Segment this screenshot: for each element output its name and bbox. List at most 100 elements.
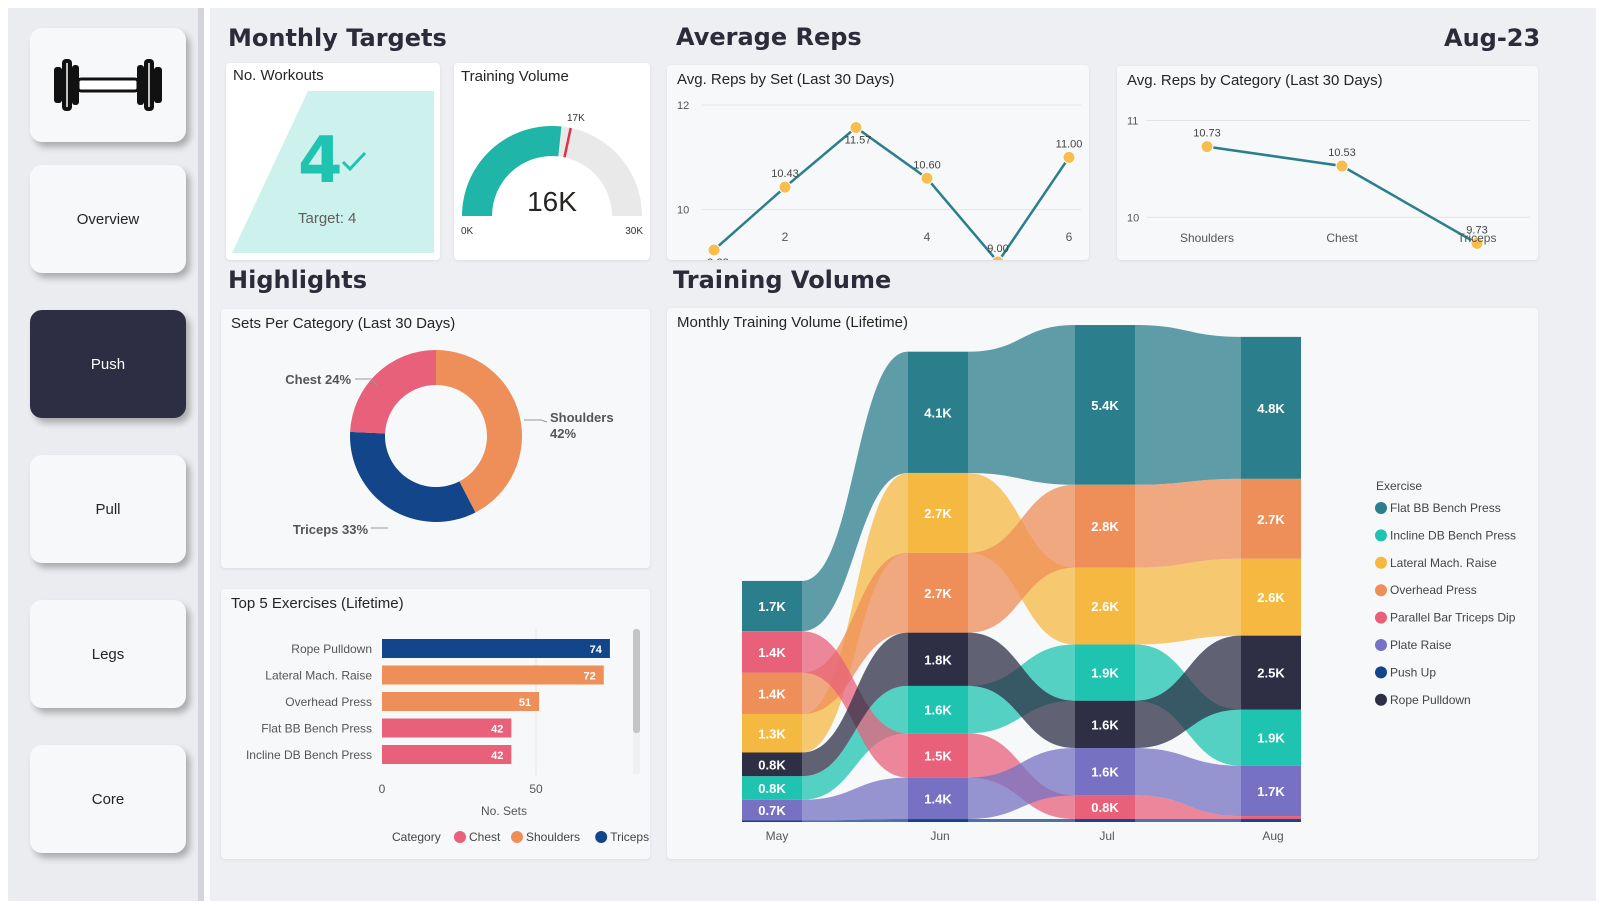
segment-value-label: 1.7K — [1257, 784, 1285, 799]
legend-marker — [1375, 556, 1387, 569]
bar-category-label: Overhead Press — [285, 695, 372, 709]
segment-value-label: 1.8K — [924, 652, 952, 667]
nav-pull-button[interactable]: Pull — [30, 455, 186, 563]
x-category-label: Chest — [1326, 231, 1358, 245]
legend-marker — [1375, 611, 1387, 624]
segment-value-label: 1.6K — [1091, 717, 1119, 732]
monthly-targets-title: Monthly Targets — [228, 24, 447, 52]
nav-legs-button[interactable]: Legs — [30, 600, 186, 708]
data-point — [778, 180, 792, 194]
slice-label-chest: Chest 24% — [285, 372, 351, 387]
sidebar: Overview Push Pull Legs Core — [8, 8, 204, 901]
legend-marker — [1375, 529, 1387, 542]
bar-value-label: 42 — [491, 750, 503, 762]
data-point — [1335, 159, 1349, 173]
donut-slice-triceps — [350, 431, 476, 522]
segment-value-label: 1.7K — [758, 599, 786, 614]
data-label: 10.43 — [771, 168, 799, 180]
donut-slice-chest — [350, 350, 436, 434]
data-label: 10.53 — [1328, 147, 1356, 159]
legend-marker — [1375, 666, 1387, 679]
legend-marker — [1375, 693, 1387, 706]
legend-item: Plate Raise — [1390, 638, 1452, 652]
monthly-volume-chart: 1.7K 4.1K 5.4K 4.8K 0.8K 1.6K 1.9K 1.9K 1.3K 2.7K… — [742, 325, 1516, 843]
data-label: 9.23 — [707, 257, 728, 260]
monthly-volume-card: Monthly Training Volume (Lifetime) 1.7K 4… — [667, 308, 1538, 859]
bar-value-label: 74 — [590, 644, 603, 656]
workouts-kpi-target: Target: 4 — [298, 210, 357, 227]
average-reps-title: Average Reps — [676, 23, 862, 51]
ribbon-column-segment — [1241, 816, 1301, 820]
training-volume-gauge-card: Training Volume 16K 0K 30K 17K — [454, 63, 650, 260]
highlights-title: Highlights — [228, 266, 368, 294]
data-point — [1200, 140, 1214, 154]
segment-value-label: 1.6K — [924, 703, 952, 718]
nav-core-button[interactable]: Core — [30, 745, 186, 853]
ribbon-overhead-press — [1135, 478, 1241, 568]
x-tick-label: 2 — [782, 230, 789, 244]
legend-title: Exercise — [1376, 479, 1422, 493]
reps-by-category-card: Avg. Reps by Category (Last 30 Days) 10 1… — [1117, 66, 1538, 260]
top-exercises-chart: 74 Rope Pulldown 72 Lateral Mach. Raise 51 Ov… — [246, 629, 649, 844]
slice-pct-shoulders: 42% — [550, 426, 576, 441]
segment-value-label: 0.7K — [758, 803, 786, 818]
nav-overview-button[interactable]: Overview — [30, 165, 186, 273]
legend-item: Lateral Mach. Raise — [1390, 556, 1497, 570]
segment-value-label: 2.7K — [1257, 512, 1285, 527]
leader-line — [524, 419, 548, 423]
legend-item: Incline DB Bench Press — [1390, 528, 1516, 542]
scrollbar-thumb[interactable] — [633, 629, 640, 733]
segment-value-label: 1.4K — [758, 645, 786, 660]
segment-value-label: 1.4K — [758, 686, 786, 701]
data-point — [1062, 150, 1076, 164]
bar-value-label: 42 — [491, 724, 503, 736]
reps-by-set-card: Avg. Reps by Set (Last 30 Days) 10129.23… — [667, 65, 1089, 260]
segment-value-label: 2.5K — [1257, 666, 1285, 681]
x-tick-label: 4 — [924, 230, 931, 244]
x-category-label: Triceps — [1458, 231, 1497, 245]
segment-value-label: 1.9K — [1091, 666, 1119, 681]
bar-value-label: 72 — [584, 671, 596, 683]
ribbon-column-segment — [1075, 819, 1135, 822]
workouts-kpi-card: No. Workouts 4 Target: 4 — [226, 63, 440, 260]
legend-marker — [454, 831, 466, 843]
x-tick-label: 50 — [529, 782, 543, 796]
legend-item: Parallel Bar Triceps Dip — [1390, 611, 1516, 625]
segment-value-label: 2.6K — [1091, 599, 1119, 614]
x-axis-title: No. Sets — [481, 804, 527, 818]
legend-item: Shoulders — [526, 830, 580, 844]
nav-push-button[interactable]: Push — [30, 310, 186, 418]
segment-value-label: 5.4K — [1091, 398, 1119, 413]
segment-value-label: 1.5K — [924, 748, 952, 763]
x-category-label: Jul — [1099, 829, 1114, 843]
sets-per-category-card: Sets Per Category (Last 30 Days) Shoulde… — [221, 309, 650, 568]
ribbon-column-segment — [742, 820, 802, 822]
reps-by-category-chart: 101110.7310.539.73Shoulders Chest Triceps — [1127, 116, 1530, 250]
data-point — [707, 243, 721, 257]
ribbon-lateral-mach-raise — [1135, 558, 1241, 645]
bar-category-label: Rope Pulldown — [291, 642, 372, 656]
data-label: 10.60 — [913, 159, 941, 171]
top-exercises-card: Top 5 Exercises (Lifetime) 74 Rope Pulldo… — [221, 589, 650, 859]
segment-value-label: 1.4K — [924, 791, 952, 806]
legend-item: Rope Pulldown — [1390, 693, 1471, 707]
bar — [382, 692, 540, 711]
data-point — [920, 171, 934, 185]
nav-core-label: Core — [91, 790, 125, 808]
x-category-label: Jun — [930, 829, 949, 843]
gauge-target-label: 17K — [567, 113, 585, 124]
legend-item: Flat BB Bench Press — [1390, 501, 1501, 515]
slice-label-triceps: Triceps 33% — [293, 522, 369, 537]
bar-category-label: Incline DB Bench Press — [246, 748, 372, 762]
y-tick-label: 12 — [677, 100, 689, 112]
legend-marker — [1375, 639, 1387, 651]
segment-value-label: 0.8K — [758, 781, 786, 796]
segment-value-label: 2.8K — [1091, 519, 1119, 534]
ribbon-flat-bb-bench-press — [1135, 325, 1241, 485]
x-category-label: May — [766, 829, 789, 843]
legend-marker — [595, 831, 608, 843]
segment-value-label: 2.6K — [1257, 590, 1285, 605]
data-label: 11.57 — [845, 135, 872, 147]
legend-marker — [1375, 584, 1387, 597]
segment-value-label: 2.7K — [924, 586, 952, 601]
